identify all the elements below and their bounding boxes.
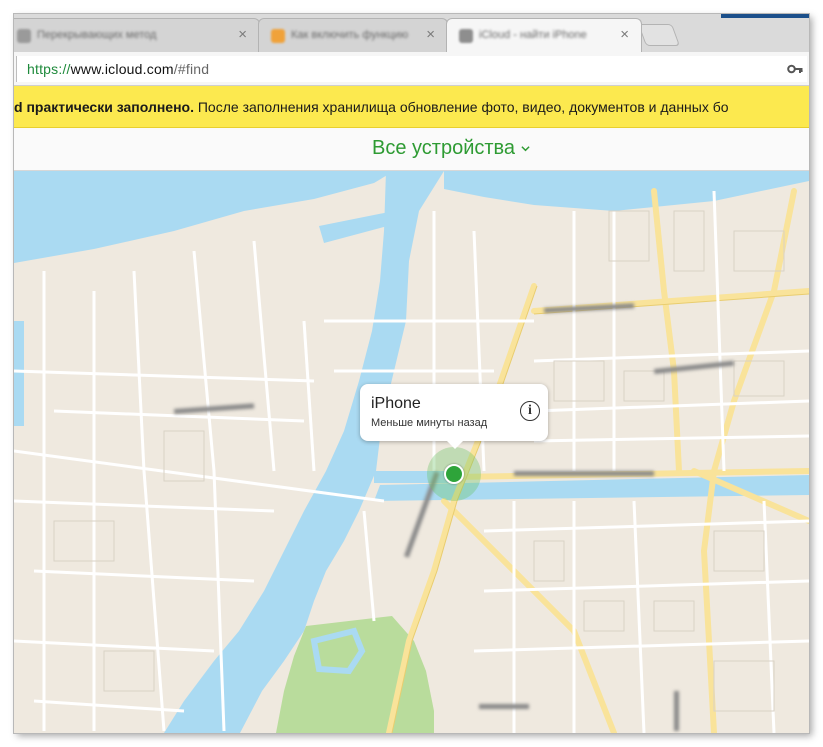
- tab-2[interactable]: Как включить функцию ×: [258, 18, 448, 52]
- tab-title: Перекрывающих метод: [37, 29, 157, 41]
- apple-icon: [459, 29, 473, 43]
- storage-warning-banner: d практически заполнено. После заполнени…: [14, 86, 809, 128]
- chevron-down-icon: [521, 146, 530, 152]
- device-callout[interactable]: iPhone Меньше минуты назад i: [360, 384, 548, 449]
- all-devices-label: Все устройства: [372, 137, 516, 159]
- banner-body-text: После заполнения хранилища обновление фо…: [193, 99, 729, 115]
- tab-title: iCloud - найти iPhone: [479, 29, 587, 41]
- window-controls: [721, 14, 809, 18]
- device-last-seen: Меньше минуты назад: [371, 417, 488, 429]
- info-icon[interactable]: i: [520, 401, 540, 421]
- tab-1[interactable]: Перекрывающих метод ×: [14, 18, 260, 52]
- device-location-pin[interactable]: [444, 464, 464, 484]
- tab-strip: Перекрывающих метод × Как включить функц…: [14, 14, 809, 52]
- screen: Перекрывающих метод × Как включить функц…: [0, 0, 823, 747]
- new-tab-button[interactable]: [637, 24, 681, 46]
- tab-favicon-icon: [17, 29, 31, 43]
- tab-close-icon[interactable]: ×: [238, 27, 247, 43]
- banner-bold-text: d практически заполнено.: [14, 99, 194, 115]
- map-canvas[interactable]: [14, 171, 809, 733]
- browser-window: Перекрывающих метод × Как включить функц…: [14, 14, 809, 733]
- map[interactable]: iPhone Меньше минуты назад i: [14, 171, 809, 733]
- map-canal-left: [14, 321, 24, 426]
- tab-close-icon[interactable]: ×: [620, 27, 629, 43]
- tab-favicon-icon: [271, 29, 285, 43]
- tab-3-active[interactable]: iCloud - найти iPhone ×: [446, 18, 642, 52]
- address-bar[interactable]: https://www.icloud.com/#find: [16, 56, 807, 82]
- tab-close-icon[interactable]: ×: [426, 27, 435, 43]
- key-icon[interactable]: [787, 62, 803, 76]
- url-text: https://www.icloud.com/#find: [27, 61, 209, 77]
- banner-text: d практически заполнено. После заполнени…: [14, 99, 729, 115]
- url-scheme: https://: [27, 61, 71, 77]
- find-header: Все устройства: [14, 128, 809, 171]
- url-host: www.icloud.com: [70, 61, 174, 77]
- toolbar: https://www.icloud.com/#find: [14, 52, 809, 86]
- tab-title: Как включить функцию: [291, 29, 409, 41]
- url-path: /#find: [173, 61, 210, 77]
- all-devices-dropdown[interactable]: Все устройства: [372, 137, 530, 160]
- device-name: iPhone: [371, 395, 421, 412]
